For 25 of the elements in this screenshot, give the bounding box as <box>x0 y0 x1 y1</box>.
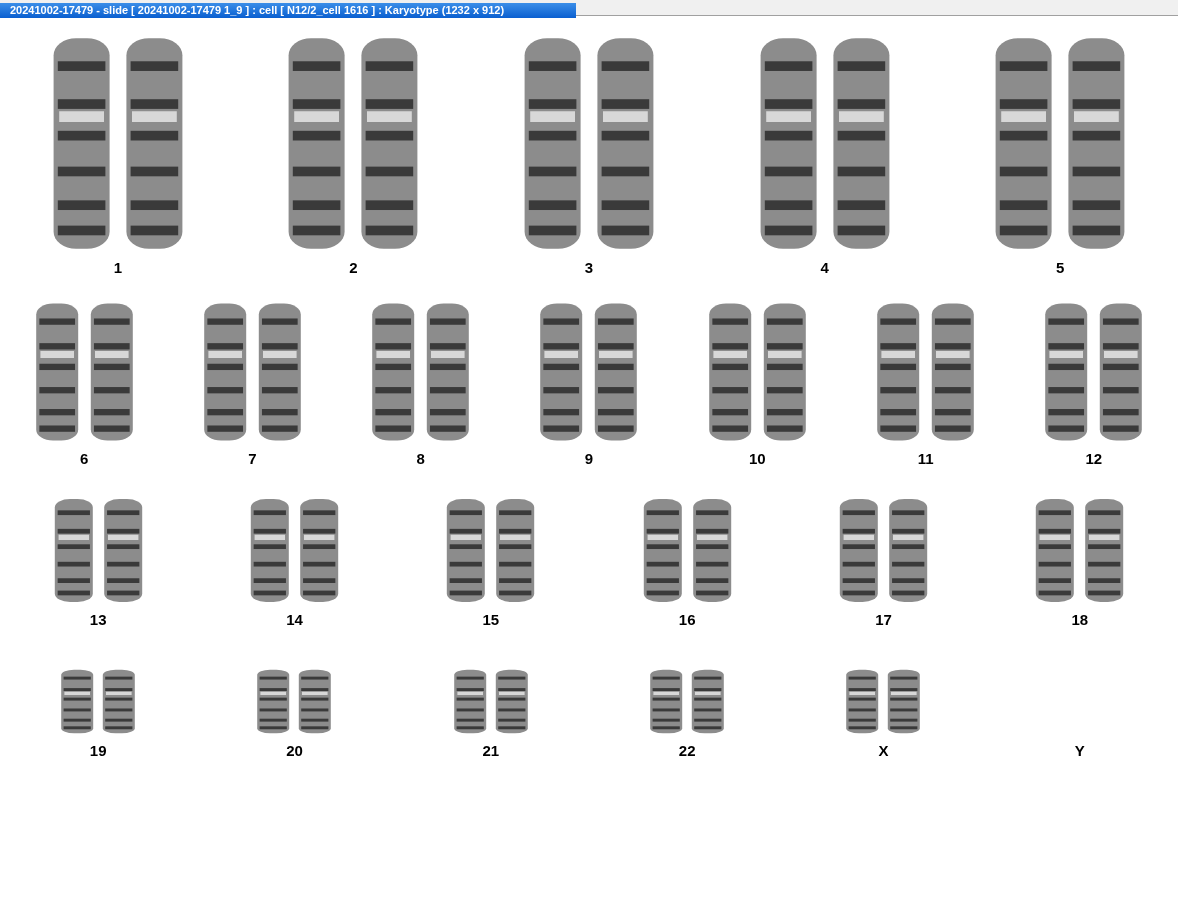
chromosome-label: 22 <box>678 742 696 760</box>
chromosome-label: 19 <box>89 742 107 760</box>
chromosome-label: 7 <box>248 450 257 468</box>
chromosome-label: 12 <box>1085 450 1103 468</box>
chromosome-label: 17 <box>875 611 892 629</box>
chromosome-label: 8 <box>416 450 425 468</box>
chromosome-label: 20 <box>286 742 303 760</box>
window-title: 20241002-17479 - slide [ 20241002-17479 1_9 ] : cell [ N12/2_cell 1616 ] : Karyotype (1232 x 912) <box>0 3 576 18</box>
chromosome-label: 10 <box>748 450 766 468</box>
chromosome-label: 21 <box>482 742 500 760</box>
chromosome-label: 1 <box>113 259 122 277</box>
chromosome-label: 3 <box>584 259 594 277</box>
chromosome-label: 2 <box>349 259 358 277</box>
chromosome-label: 11 <box>917 450 934 468</box>
chromosome-label: 14 <box>286 611 303 629</box>
chromosome-label: X <box>878 742 889 760</box>
chromosome-label: 15 <box>482 611 500 629</box>
chromosome-label: 18 <box>1071 611 1089 629</box>
chromosome-label: 13 <box>89 611 107 629</box>
chromosome-label: 5 <box>1056 259 1065 277</box>
chromosome-label: 6 <box>79 450 89 468</box>
chromosome-label: 9 <box>584 450 594 468</box>
chromosome-label: 16 <box>678 611 696 629</box>
chromosome-label: Y <box>1074 742 1085 760</box>
chromosome-label: 4 <box>820 259 829 277</box>
